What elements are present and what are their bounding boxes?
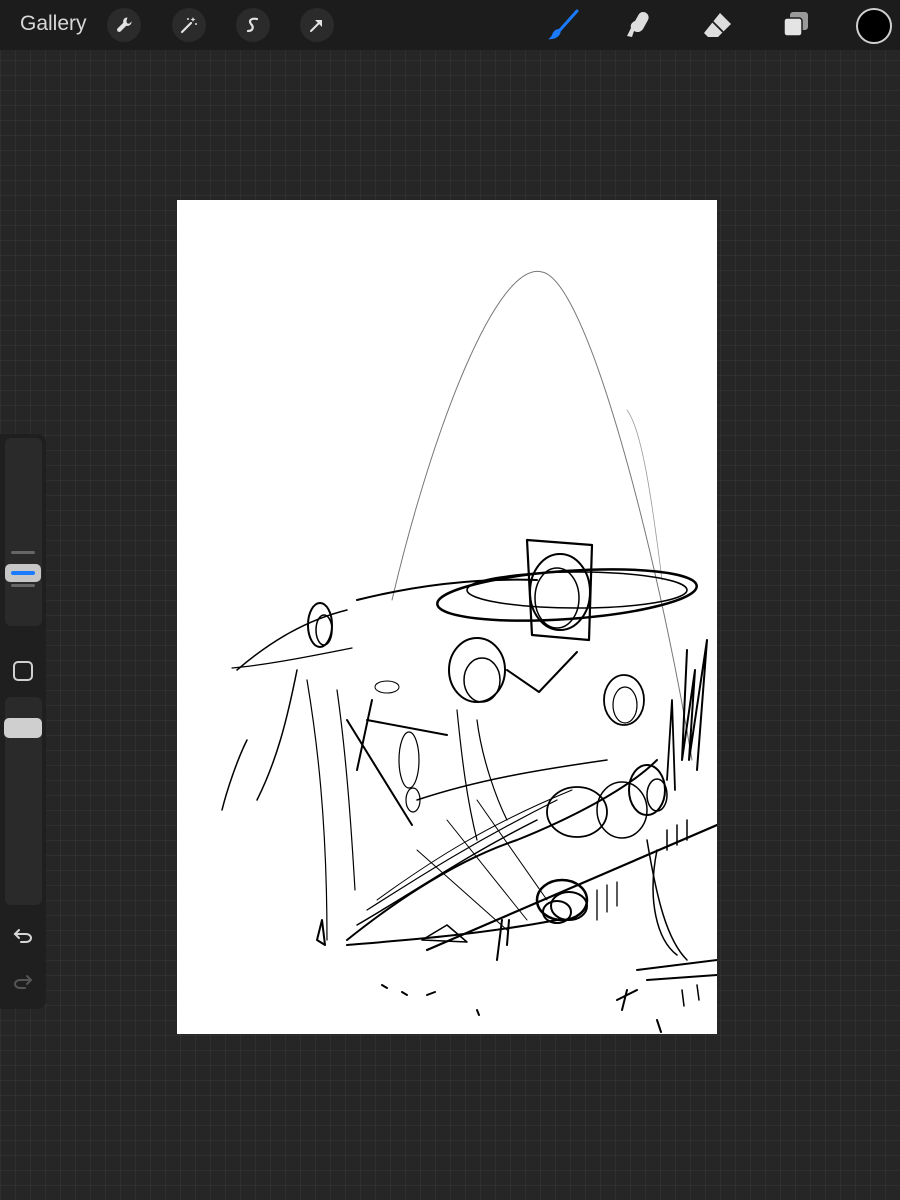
magic-wand-icon bbox=[180, 17, 197, 34]
brush-size-slider[interactable] bbox=[5, 438, 42, 626]
slider-tick bbox=[11, 551, 35, 554]
brush-tool-button[interactable] bbox=[545, 7, 581, 43]
opacity-handle[interactable] bbox=[4, 718, 42, 738]
layers-button[interactable] bbox=[777, 7, 813, 43]
smudge-tool-button[interactable] bbox=[621, 7, 657, 43]
brush-icon bbox=[548, 9, 579, 40]
slider-tick bbox=[11, 584, 35, 587]
wrench-icon bbox=[117, 17, 132, 32]
redo-button[interactable] bbox=[10, 968, 36, 994]
eraser-tool-button[interactable] bbox=[700, 7, 736, 43]
color-picker-button[interactable] bbox=[856, 8, 892, 44]
actions-button[interactable] bbox=[107, 8, 141, 42]
gallery-button[interactable]: Gallery bbox=[20, 12, 87, 36]
selection-button[interactable] bbox=[236, 8, 270, 42]
modify-button[interactable] bbox=[13, 661, 33, 681]
arrow-cursor-icon bbox=[310, 20, 322, 32]
undo-arrow-icon bbox=[13, 929, 33, 943]
layers-icon bbox=[783, 12, 808, 37]
selection-s-icon bbox=[246, 17, 259, 33]
drawing-canvas[interactable] bbox=[177, 200, 717, 1034]
sketch-drawing bbox=[221, 271, 717, 1033]
brush-size-indicator bbox=[11, 571, 35, 575]
left-sidebar bbox=[0, 434, 46, 1009]
eraser-icon bbox=[704, 13, 731, 37]
redo-arrow-icon bbox=[13, 975, 33, 989]
transform-button[interactable] bbox=[300, 8, 334, 42]
top-toolbar: Gallery bbox=[0, 0, 900, 50]
adjustments-button[interactable] bbox=[172, 8, 206, 42]
brush-size-handle[interactable] bbox=[5, 564, 41, 582]
undo-button[interactable] bbox=[10, 922, 36, 948]
smudge-finger-icon bbox=[627, 12, 649, 37]
